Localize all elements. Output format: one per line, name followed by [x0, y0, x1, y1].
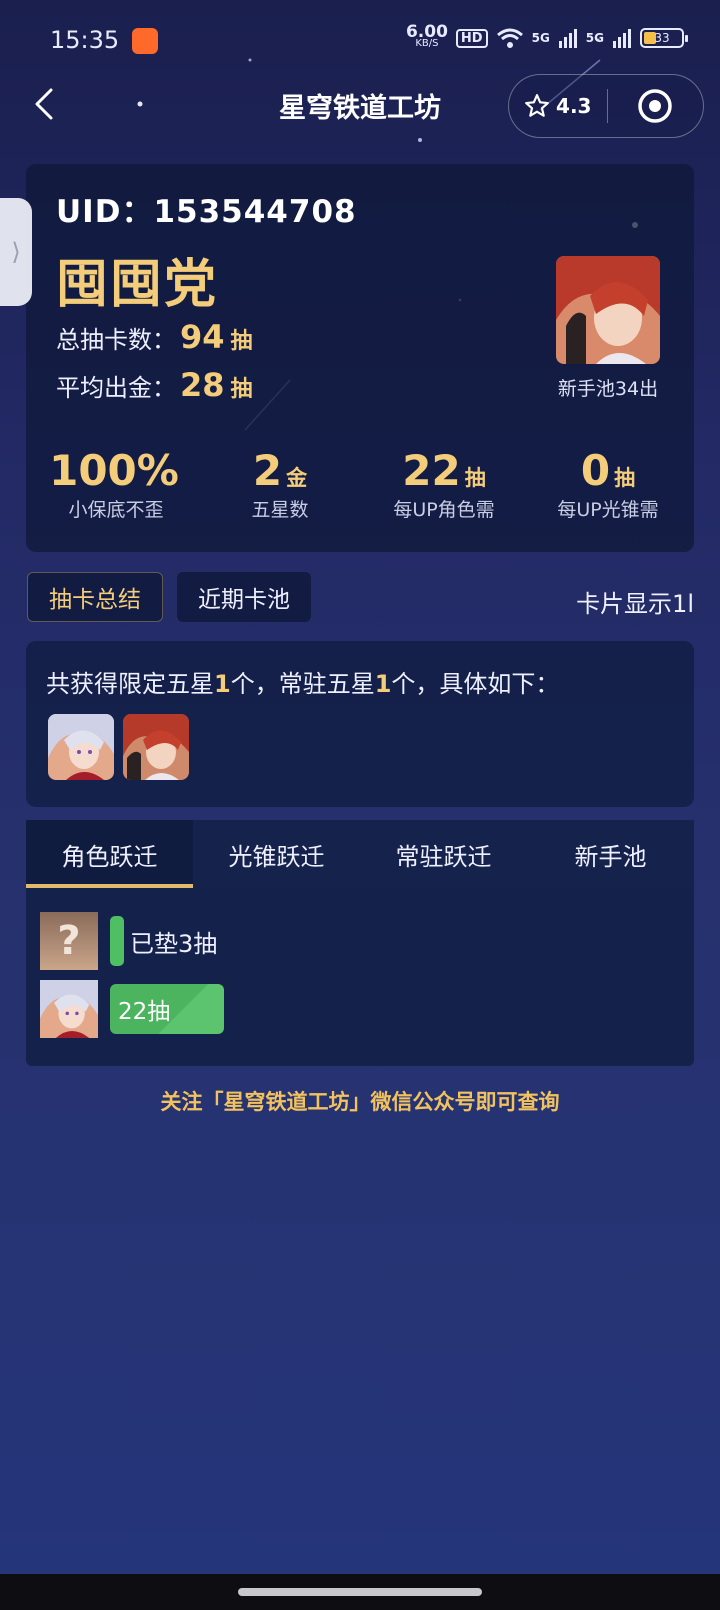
metric-label: 五星数 — [251, 499, 309, 521]
metric-value: 100% — [49, 446, 179, 495]
tab-character-warp[interactable]: 角色跃迁 — [26, 820, 193, 888]
tab-standard-warp[interactable]: 常驻跃迁 — [360, 820, 527, 888]
total-pulls-unit: 抽 — [230, 329, 253, 354]
metric-label: 每UP角色需 — [393, 499, 495, 521]
metric-value: 0 — [580, 446, 611, 495]
avg-gold-unit: 抽 — [230, 377, 253, 402]
signal-bars-icon-2 — [613, 29, 631, 48]
total-pulls-value: 94 — [180, 318, 225, 356]
target-circle-icon — [638, 89, 672, 123]
app-notification-icon — [132, 28, 158, 54]
total-pulls-label: 总抽卡数： — [56, 326, 176, 354]
silver-hair-character-avatar-row — [40, 980, 98, 1038]
summary-middle: 个，常驻五星 — [230, 670, 375, 698]
red-hair-character-avatar-small — [123, 714, 189, 780]
chevron-right-icon: ⟩ — [11, 238, 21, 266]
unknown-character-avatar: ? — [40, 912, 98, 970]
portrait-caption: 新手池34出 — [557, 378, 659, 400]
pity-progress-segment — [110, 916, 124, 966]
avg-gold-line: 平均出金： 28 抽 — [56, 366, 253, 404]
limited-count: 1 — [214, 670, 231, 698]
metric-pulls-per-up-character: 22 抽 每UP角色需 — [364, 446, 524, 522]
metric-unit: 抽 — [464, 466, 486, 490]
uid-label: UID： — [56, 194, 154, 230]
network-speed: 6.00 KB/S — [405, 22, 448, 50]
summary-prefix: 共获得限定五星 — [46, 670, 214, 698]
network-speed-value: 6.00 — [405, 22, 448, 42]
player-nickname: 囤囤党 — [56, 255, 219, 315]
summary-suffix: 个，具体如下： — [391, 670, 560, 698]
pity-pending-label: 已垫3抽 — [130, 929, 218, 958]
standard-count: 1 — [374, 670, 392, 698]
metric-pulls-per-up-lightcone: 0抽 每UP光锥需 — [528, 446, 688, 522]
follow-wechat-note: 关注「星穹铁道工坊」微信公众号即可查询 — [160, 1090, 560, 1114]
metric-label: 小保底不歪 — [68, 499, 164, 521]
rating-button[interactable]: 4.3 — [509, 93, 607, 119]
avg-gold-value: 28 — [180, 366, 225, 404]
metric-five-star-count: 2金 五星数 — [200, 446, 360, 522]
status-time: 15:35 — [50, 26, 120, 54]
tab-beginner-warp[interactable]: 新手池 — [527, 820, 694, 888]
tab-lightcone-warp[interactable]: 光锥跃迁 — [193, 820, 360, 888]
hd-voice-icon: HD — [455, 28, 488, 48]
metric-unit: 抽 — [614, 466, 636, 490]
tab-recent-banners[interactable]: 近期卡池 — [177, 572, 311, 622]
wifi-icon — [496, 28, 523, 48]
home-indicator[interactable] — [238, 1588, 482, 1596]
network-speed-unit: KB/S — [415, 38, 439, 49]
miniapp-capsule: 4.3 — [508, 74, 704, 138]
status-indicators: 6.00 KB/S HD 5G 5G 33 — [405, 22, 688, 50]
signal-5g-label-2: 5G — [585, 31, 604, 45]
pull-row-pending: ? 已垫3抽 — [40, 912, 217, 970]
battery-level: 33 — [654, 31, 670, 45]
uid-value: 153544708 — [153, 194, 357, 230]
total-pulls-line: 总抽卡数： 94 抽 — [56, 318, 253, 356]
pity-bar-pending: 已垫3抽 — [110, 916, 217, 966]
featured-character-portrait[interactable] — [556, 256, 660, 364]
pulled-character-avatar[interactable] — [40, 980, 98, 1038]
signal-bars-icon — [558, 29, 577, 48]
metric-unit: 金 — [286, 466, 308, 490]
rating-value: 4.3 — [556, 94, 592, 118]
metric-value: 2 — [252, 446, 283, 495]
five-star-avatar-silver-hair[interactable] — [48, 714, 114, 780]
summary-text: 共获得限定五星1个，常驻五星1个，具体如下： — [46, 664, 559, 699]
battery-icon: 33 — [640, 28, 688, 48]
avg-gold-label: 平均出金： — [56, 374, 176, 402]
star-outline-icon — [525, 94, 549, 117]
metric-label: 每UP光锥需 — [557, 499, 659, 521]
pull-row-result: 22抽 — [40, 980, 224, 1038]
pity-bar-result: 22抽 — [110, 984, 224, 1034]
metric-pity-win-rate: 100% 小保底不歪 — [36, 446, 196, 522]
metric-value: 22 — [402, 446, 461, 495]
signal-5g-label-1: 5G — [531, 31, 550, 45]
red-hair-character-avatar — [556, 256, 660, 364]
five-star-avatar-red-hair[interactable] — [123, 714, 189, 780]
tab-pull-summary[interactable]: 抽卡总结 — [27, 572, 163, 622]
uid-line: UID：153544708 — [56, 186, 357, 231]
banner-tabs: 角色跃迁 光锥跃迁 常驻跃迁 新手池 — [26, 820, 694, 888]
close-miniapp-button[interactable] — [608, 88, 704, 124]
side-drawer-handle[interactable]: ⟩ — [0, 198, 32, 306]
card-display-toggle[interactable]: 卡片显示1l — [554, 584, 694, 619]
silver-hair-character-avatar — [48, 714, 114, 780]
